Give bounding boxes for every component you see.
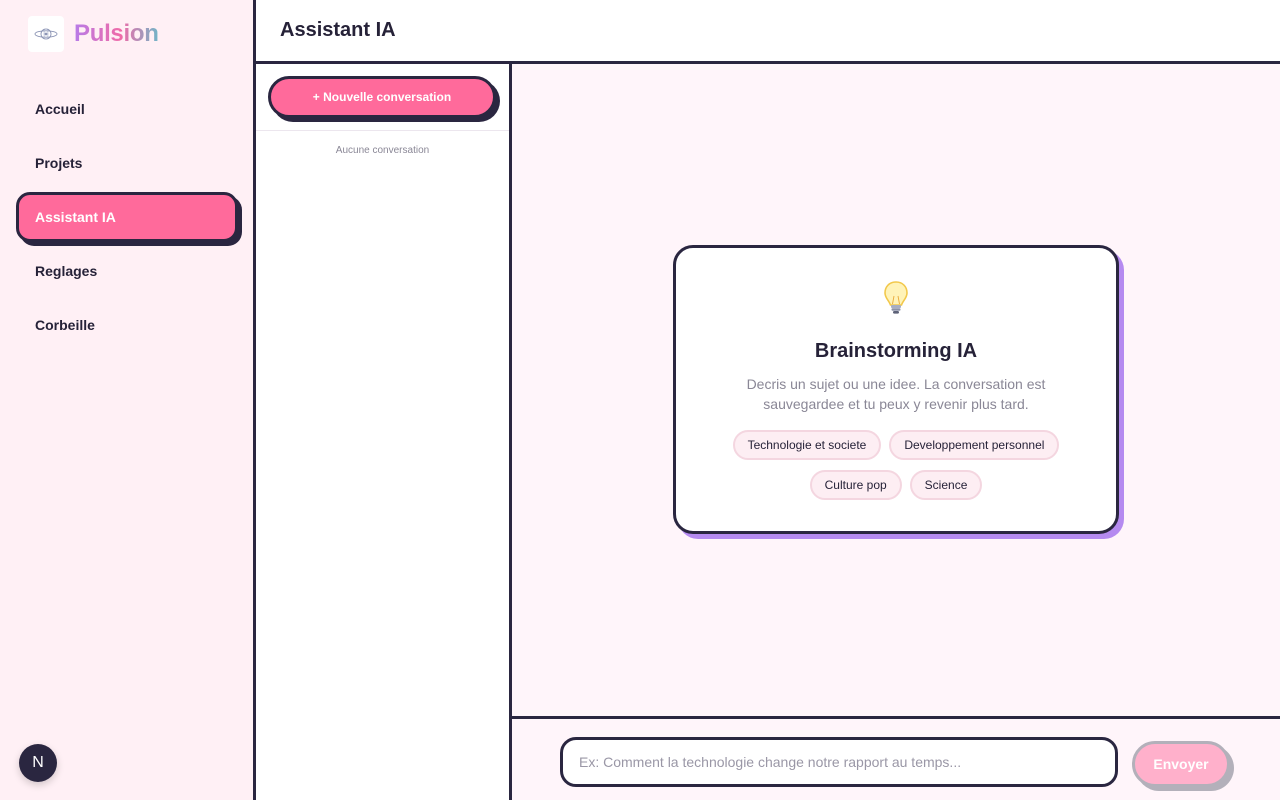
sidebar-item-accueil[interactable]: Accueil xyxy=(16,84,238,134)
empty-conversations-text: Aucune conversation xyxy=(335,145,430,156)
suggestion-chip-science[interactable]: Science xyxy=(909,470,983,500)
send-button[interactable]: Envoyer xyxy=(1132,741,1230,787)
chat-area: Brainstorming IA Decris un sujet ou une … xyxy=(512,64,1280,716)
composer: Envoyer xyxy=(512,716,1280,800)
main-nav: Accueil Projets Assistant IA Reglages Co… xyxy=(16,84,238,354)
sidebar-item-reglages[interactable]: Reglages xyxy=(16,246,238,296)
welcome-description: Decris un sujet ou une idee. La conversa… xyxy=(746,376,1046,412)
page-title: Assistant IA xyxy=(280,19,396,41)
welcome-title: Brainstorming IA xyxy=(814,340,978,362)
suggestion-chip-culture-pop[interactable]: Culture pop xyxy=(809,470,902,500)
suggestion-chip-technologie[interactable]: Technologie et societe xyxy=(732,430,882,460)
logo[interactable]: Pulsion xyxy=(28,16,159,52)
avatar[interactable]: N xyxy=(19,744,57,782)
sidebar-item-assistant-ia[interactable]: Assistant IA xyxy=(16,192,238,242)
message-input[interactable] xyxy=(560,737,1118,787)
sidebar-item-corbeille[interactable]: Corbeille xyxy=(16,300,238,350)
divider xyxy=(256,130,509,131)
logo-icon xyxy=(28,16,64,52)
suggestion-chips: Technologie et societe Developpement per… xyxy=(706,430,1086,500)
sidebar: Pulsion Accueil Projets Assistant IA Reg… xyxy=(0,0,256,800)
page-header: Assistant IA xyxy=(256,0,1280,64)
suggestion-chip-developpement[interactable]: Developpement personnel xyxy=(889,430,1060,460)
sidebar-item-projets[interactable]: Projets xyxy=(16,138,238,188)
welcome-card: Brainstorming IA Decris un sujet ou une … xyxy=(673,245,1119,534)
lightbulb-icon xyxy=(676,281,1116,317)
conversation-list: + Nouvelle conversation Aucune conversat… xyxy=(256,64,512,800)
brand-name: Pulsion xyxy=(74,20,159,47)
new-conversation-button[interactable]: + Nouvelle conversation xyxy=(268,76,496,118)
